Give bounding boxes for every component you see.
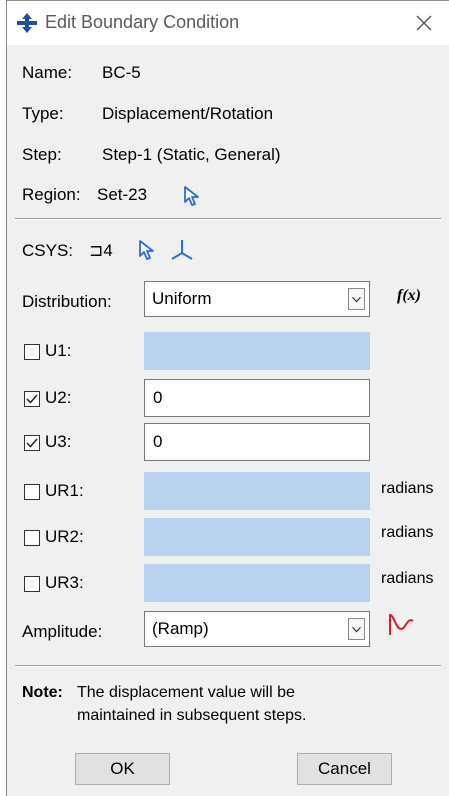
select-arrow-icon[interactable] [137, 239, 157, 261]
name-value: BC-5 [102, 63, 141, 82]
ur3-checkbox[interactable] [24, 576, 40, 592]
step-label: Step: [22, 145, 62, 164]
step-value: Step-1 (Static, General) [102, 145, 281, 164]
u2-input[interactable]: 0 [144, 379, 370, 417]
ok-button[interactable]: OK [75, 753, 170, 785]
u2-label: U2: [45, 388, 72, 407]
chevron-down-icon[interactable] [348, 288, 365, 310]
edit-boundary-condition-dialog: Edit Boundary Condition Name: BC-5 Type:… [6, 0, 449, 796]
section-divider [15, 665, 441, 667]
amplitude-label: Amplitude: [22, 622, 103, 641]
select-region-arrow-icon[interactable] [182, 185, 202, 207]
ur2-unit: radians [381, 524, 434, 541]
u2-checkbox[interactable] [24, 391, 40, 407]
note-line-2: maintained in subsequent steps. [77, 707, 307, 724]
close-icon[interactable] [411, 10, 437, 36]
checkmark-icon [26, 438, 38, 448]
note-line-1: The displacement value will be [77, 684, 295, 701]
checkmark-icon [26, 394, 38, 404]
u1-label: U1: [45, 341, 72, 360]
dialog-title: Edit Boundary Condition [45, 12, 240, 32]
chevron-down-icon[interactable] [348, 618, 365, 640]
u3-input[interactable]: 0 [144, 423, 370, 461]
ur2-label: UR2: [45, 527, 84, 546]
section-divider [15, 218, 441, 220]
distribution-select[interactable]: Uniform [144, 281, 370, 317]
u3-checkbox[interactable] [24, 435, 40, 451]
distribution-selected: Uniform [152, 289, 212, 308]
cancel-button[interactable]: Cancel [297, 753, 392, 785]
distribution-label: Distribution: [22, 292, 112, 311]
u1-input[interactable] [144, 332, 370, 370]
type-label: Type: [22, 104, 64, 123]
ur3-input[interactable] [144, 564, 370, 602]
note-label: Note: [22, 684, 63, 701]
boundary-condition-icon [17, 13, 37, 33]
ur3-unit: radians [381, 570, 434, 587]
ur1-unit: radians [381, 480, 434, 497]
amplitude-selected: (Ramp) [152, 619, 209, 638]
ur1-label: UR1: [45, 481, 84, 500]
title-bar[interactable]: Edit Boundary Condition [7, 1, 449, 45]
csys-value: ⊐4 [89, 241, 113, 260]
ur2-input[interactable] [144, 518, 370, 556]
name-label: Name: [22, 63, 73, 82]
type-value: Displacement/Rotation [102, 104, 274, 123]
csys-label: CSYS: [22, 241, 74, 260]
axis-triad-icon[interactable] [169, 237, 195, 263]
ur2-checkbox[interactable] [24, 530, 40, 546]
ur1-input[interactable] [144, 472, 370, 510]
u1-checkbox[interactable] [24, 344, 40, 360]
ur3-label: UR3: [45, 573, 84, 592]
fx-button[interactable]: f(x) [397, 287, 421, 305]
region-label: Region: [22, 185, 81, 204]
ur1-checkbox[interactable] [24, 484, 40, 500]
amplitude-curve-icon[interactable] [387, 611, 417, 639]
amplitude-select[interactable]: (Ramp) [144, 611, 370, 647]
region-value: Set-23 [97, 185, 148, 204]
u3-label: U3: [45, 432, 72, 451]
